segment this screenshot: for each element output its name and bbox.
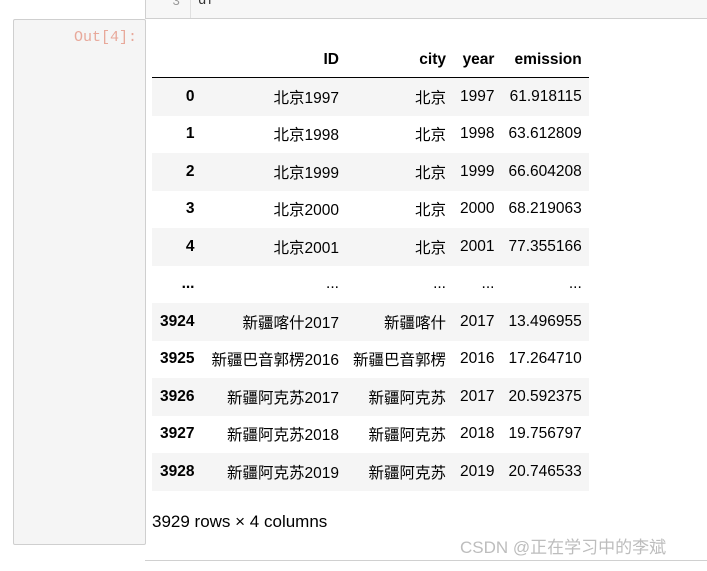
table-row: ...............	[152, 266, 589, 304]
cell-city: 北京	[414, 164, 446, 182]
cell-year: 2018	[459, 425, 495, 443]
column-header	[152, 43, 205, 78]
cell-emission: 19.756797	[508, 425, 582, 443]
cell-id: 新疆阿克苏2018	[226, 427, 339, 445]
cell-year: 2016	[459, 350, 495, 368]
cell-emission: 68.219063	[508, 200, 582, 218]
row-index: 3926	[160, 387, 195, 405]
cell-emission: 66.604208	[508, 162, 582, 180]
cell-city: 北京	[414, 89, 446, 107]
input-cell[interactable]: 3 df	[145, 0, 707, 19]
cell-id: 新疆阿克苏2017	[226, 389, 339, 407]
table-row: 3927 新疆阿克苏2018 新疆阿克苏 2018 19.756797	[152, 416, 589, 454]
row-index: 2	[185, 162, 195, 180]
cell-year: 1999	[459, 162, 495, 180]
cell-city: 新疆阿克苏	[368, 427, 446, 445]
cell-year: 1998	[459, 125, 495, 143]
cell-emission: 77.355166	[508, 237, 582, 255]
cell-city: 新疆喀什	[383, 314, 446, 332]
table-row: 3928 新疆阿克苏2019 新疆阿克苏 2019 20.746533	[152, 453, 589, 491]
output-prompt: Out[4]:	[73, 29, 137, 46]
table-header-row: ID city year emission	[152, 43, 589, 78]
table-row: 3926 新疆阿克苏2017 新疆阿克苏 2017 20.592375	[152, 378, 589, 416]
cell-emission: 17.264710	[508, 350, 582, 368]
cell-year: ...	[481, 275, 495, 293]
table-row: 3 北京2000 北京 2000 68.219063	[152, 191, 589, 229]
cell-id: 北京2000	[273, 202, 339, 220]
cell-year: 1997	[459, 87, 495, 105]
cell-id: 新疆阿克苏2019	[226, 464, 339, 482]
output-prompt-area[interactable]: Out[4]:	[13, 19, 146, 545]
row-index: 3	[185, 200, 195, 218]
cell-city: 北京	[414, 202, 446, 220]
table-row: 2 北京1999 北京 1999 66.604208	[152, 153, 589, 191]
row-index: 3925	[160, 350, 195, 368]
cell-emission: 20.592375	[508, 387, 582, 405]
cell-year: 2017	[459, 387, 495, 405]
cell-emission: 13.496955	[508, 312, 582, 330]
cell-id: 北京2001	[273, 239, 339, 257]
cell-emission: ...	[568, 275, 582, 293]
cell-id: 新疆喀什2017	[242, 314, 339, 332]
cell-id: 北京1997	[273, 89, 339, 107]
column-header: ID	[204, 43, 346, 78]
cell-id: 新疆巴音郭楞2016	[211, 352, 339, 370]
cell-year: 2001	[459, 237, 495, 255]
cell-city: 北京	[414, 127, 446, 145]
cell-emission: 61.918115	[509, 87, 582, 105]
table-row: 3924 新疆喀什2017 新疆喀什 2017 13.496955	[152, 303, 589, 341]
cell-city: ...	[433, 275, 446, 293]
cell-id: 北京1999	[273, 164, 339, 182]
table-row: 0 北京1997 北京 1997 61.918115	[152, 77, 589, 116]
column-header: emission	[501, 43, 589, 78]
cell-year: 2017	[459, 312, 495, 330]
table-row: 1 北京1998 北京 1998 63.612809	[152, 116, 589, 154]
cell-city: 新疆巴音郭楞	[352, 352, 446, 370]
row-index: ...	[181, 275, 195, 293]
row-index: 4	[185, 237, 195, 255]
table-row: 4 北京2001 北京 2001 77.355166	[152, 228, 589, 266]
cell-emission: 20.746533	[508, 462, 582, 480]
column-header: year	[452, 43, 502, 78]
code-editor[interactable]: df	[198, 0, 215, 9]
dataframe-shape: 3929 rows × 4 columns	[152, 512, 328, 531]
next-cell[interactable]	[145, 560, 707, 571]
cell-id: 北京1998	[273, 127, 339, 145]
cell-year: 2000	[459, 200, 495, 218]
table-row: 3925 新疆巴音郭楞2016 新疆巴音郭楞 2016 17.264710	[152, 341, 589, 379]
cell-city: 新疆阿克苏	[368, 389, 446, 407]
dataframe-table: ID city year emission 0 北京1997 北京 1997 61.91811…	[152, 43, 589, 491]
row-index: 1	[185, 125, 195, 143]
row-index: 3928	[160, 462, 195, 480]
row-index: 3924	[160, 312, 195, 330]
watermark: CSDN @正在学习中的李斌	[460, 538, 667, 557]
row-index: 3927	[160, 425, 195, 443]
column-header: city	[345, 43, 453, 78]
input-prompt: 3	[146, 0, 191, 18]
cell-city: 新疆阿克苏	[368, 464, 446, 482]
cell-emission: 63.612809	[508, 125, 582, 143]
cell-id: ...	[326, 275, 339, 293]
cell-city: 北京	[414, 239, 446, 257]
row-index: 0	[185, 87, 195, 105]
cell-year: 2019	[459, 462, 495, 480]
